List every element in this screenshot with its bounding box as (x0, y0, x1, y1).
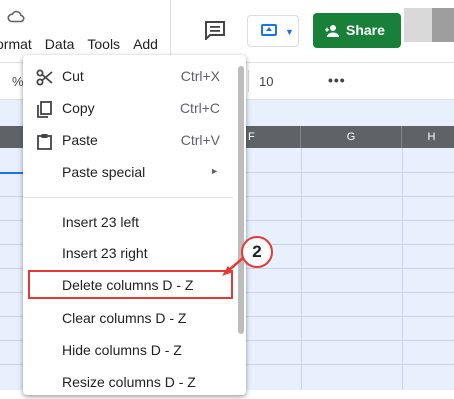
person-add-icon (325, 25, 339, 37)
menu-item-label: Clear columns D - Z (62, 310, 187, 326)
column-line (301, 148, 302, 390)
menu-item-copy[interactable]: Copy Ctrl+C (23, 93, 246, 125)
menu-item-paste-special[interactable]: Paste special ► (23, 157, 246, 189)
chevron-down-icon: ▼ (285, 27, 294, 37)
column-header-corner[interactable] (0, 126, 24, 148)
avatar[interactable] (404, 8, 432, 42)
share-label: Share (346, 22, 385, 38)
menu-item-label: Copy (62, 100, 95, 116)
active-cell-border (0, 172, 24, 174)
share-button[interactable]: Share (313, 13, 401, 48)
more-icon[interactable]: ••• (328, 72, 346, 88)
menu-item-hide-columns[interactable]: Hide columns D - Z (23, 335, 246, 367)
menu-item-clear-columns[interactable]: Clear columns D - Z (23, 303, 246, 335)
menu-tools[interactable]: Tools (87, 36, 120, 56)
menu-item-label: Cut (62, 68, 84, 84)
paste-icon (37, 134, 52, 150)
shortcut-label: Ctrl+X (180, 68, 220, 84)
shortcut-label: Ctrl+C (179, 100, 220, 116)
toolbar-divider (248, 70, 249, 92)
shortcut-label: Ctrl+V (180, 132, 220, 148)
menu-item-label: Paste special (62, 164, 146, 180)
step-number-badge: 2 (241, 236, 273, 268)
menu-scrollbar[interactable] (238, 66, 244, 334)
menu-item-label: Insert 23 right (62, 245, 148, 261)
column-header-h[interactable]: H (402, 126, 454, 148)
menu-item-label: Resize columns D - Z (62, 374, 196, 390)
present-button[interactable]: ▼ (247, 15, 299, 47)
menu-item-insert-right[interactable]: Insert 23 right (23, 238, 246, 270)
account-area[interactable] (432, 8, 454, 42)
menu-item-paste[interactable]: Paste Ctrl+V (23, 125, 246, 157)
copy-icon (37, 101, 52, 118)
menu-item-resize-columns[interactable]: Resize columns D - Z (23, 367, 246, 399)
highlight-box (28, 270, 233, 299)
menu-item-insert-left[interactable]: Insert 23 left (23, 207, 246, 239)
menu-item-label: Insert 23 left (62, 214, 140, 230)
font-size-select[interactable]: 10 (259, 74, 273, 89)
comment-history-icon[interactable] (204, 20, 226, 40)
menu-bar: ormat Data Tools Add (0, 36, 171, 56)
cloud-saved-icon[interactable] (7, 9, 25, 23)
context-menu: Cut Ctrl+X Copy Ctrl+C Paste Ctrl+V Past… (23, 55, 246, 395)
menu-item-label: Hide columns D - Z (62, 342, 182, 358)
header-divider (170, 0, 171, 62)
present-icon (261, 24, 277, 36)
column-line (402, 148, 403, 390)
column-header-g[interactable]: G (301, 126, 402, 148)
menu-data[interactable]: Data (45, 36, 75, 56)
scissors-icon (36, 69, 53, 86)
format-percent-button[interactable]: % (12, 74, 24, 89)
menu-add-ons[interactable]: Add (133, 36, 158, 56)
menu-divider (23, 197, 233, 198)
menu-item-label: Paste (62, 132, 98, 148)
menu-format[interactable]: ormat (0, 36, 32, 56)
submenu-arrow-icon: ► (210, 166, 219, 176)
menu-item-cut[interactable]: Cut Ctrl+X (23, 61, 246, 93)
